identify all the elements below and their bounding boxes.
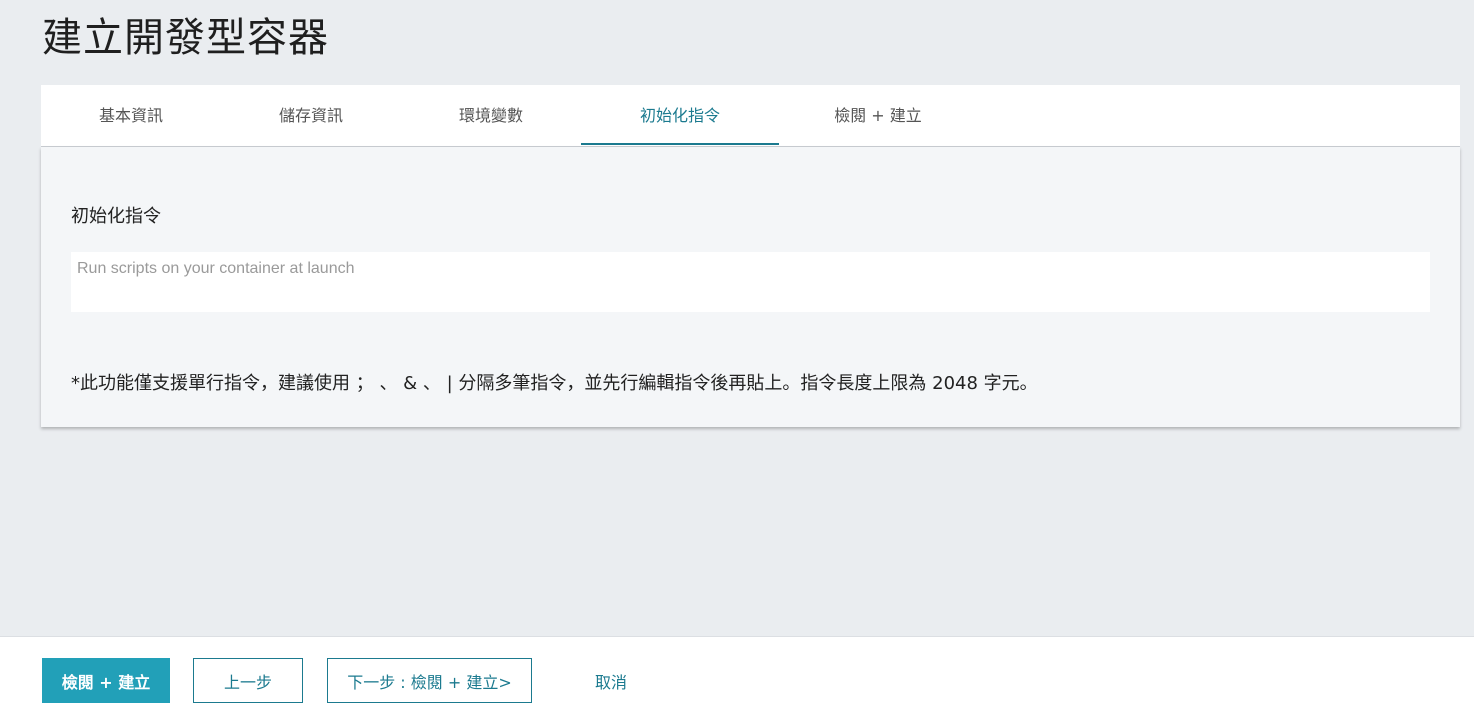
previous-step-button[interactable]: 上一步 <box>193 658 303 703</box>
tab-init-command[interactable]: 初始化指令 <box>581 85 779 145</box>
tab-basic-info[interactable]: 基本資訊 <box>41 85 221 145</box>
tab-storage-info[interactable]: 儲存資訊 <box>221 85 401 145</box>
page-title: 建立開發型容器 <box>42 15 329 61</box>
init-command-panel: 初始化指令 *此功能僅支援單行指令，建議使用 ； 、 & 、 | 分隔多筆指令，… <box>41 147 1460 427</box>
cancel-button[interactable]: 取消 <box>573 658 649 703</box>
next-step-button[interactable]: 下一步 : 檢閱 + 建立> <box>327 658 532 703</box>
init-command-input[interactable] <box>71 252 1430 312</box>
footer-bar: 檢閱 + 建立 上一步 下一步 : 檢閱 + 建立> 取消 <box>0 636 1474 721</box>
init-command-note: *此功能僅支援單行指令，建議使用 ； 、 & 、 | 分隔多筆指令，並先行編輯指… <box>71 373 1038 394</box>
init-command-label: 初始化指令 <box>71 206 161 227</box>
wizard-tabs: 基本資訊 儲存資訊 環境變數 初始化指令 檢閱 + 建立 <box>41 85 1460 147</box>
tab-review-create[interactable]: 檢閱 + 建立 <box>779 85 977 145</box>
review-create-button[interactable]: 檢閱 + 建立 <box>42 658 170 703</box>
tab-environment-variables[interactable]: 環境變數 <box>401 85 581 145</box>
